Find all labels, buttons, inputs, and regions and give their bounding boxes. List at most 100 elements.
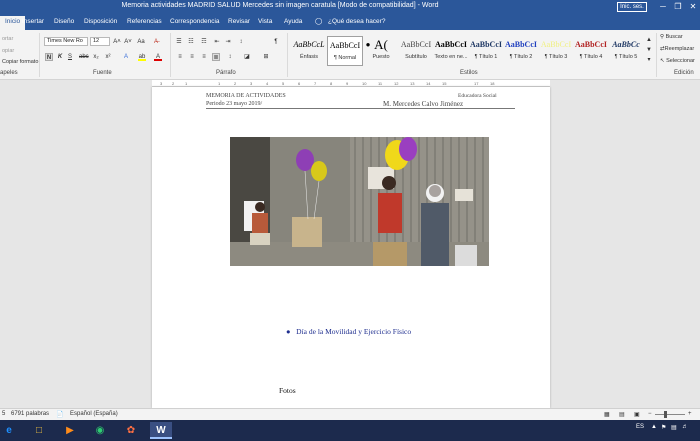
cut-button[interactable]: ortar [2,36,13,42]
font-size-select[interactable]: 12 [90,37,110,46]
document-page[interactable]: MEMORIA DE ACTIVIDADES Periodo 23 mayo 2… [152,87,550,408]
increase-indent-button[interactable]: ⇥ [224,38,232,46]
zoom-in-icon[interactable]: + [688,411,692,417]
clear-format-button[interactable]: A̶ [152,38,160,46]
app-icon[interactable]: ✿ [120,422,142,439]
strikethrough-button[interactable]: abc [79,53,89,61]
borders-button[interactable]: ⊞ [262,53,270,61]
select-button[interactable]: ↖ Seleccionar [660,58,695,64]
style-label: ¶ Título 3 [544,54,568,60]
tab-diseno[interactable]: Diseño [54,16,74,28]
style-subtitulo[interactable]: AaBbCcI Subtítulo [398,36,434,66]
ruler-tick: 7 [314,81,317,86]
underline-button[interactable]: S [66,53,74,61]
justify-button[interactable]: ≣ [212,53,220,61]
ruler-tick: 17 [474,81,479,86]
word-icon[interactable]: W [150,422,172,439]
list-item[interactable]: ● Día de la Movilidad y Ejercicio Físico [286,327,411,336]
sort-button[interactable]: ↕ [237,38,245,46]
style-preview: AaBbCcI [540,40,572,49]
cursor-icon: ↖ [660,58,665,64]
bold-button[interactable]: N [45,53,53,61]
change-case-button[interactable]: Aa [137,38,145,46]
ruler-tick: 10 [362,81,367,86]
line-spacing-button[interactable]: ↕ [226,53,234,61]
tab-disposicion[interactable]: Disposición [84,16,117,28]
status-bar: 5 6791 palabras 📄 Español (España) ▦ ▤ ▣… [0,408,700,420]
flag-icon[interactable]: ⚑ [661,424,666,431]
tab-ayuda[interactable]: Ayuda [284,16,302,28]
volume-icon[interactable]: ♬ [682,424,688,430]
read-mode-icon[interactable]: ▦ [604,411,610,418]
ruler-tick: 1 [218,81,221,86]
web-layout-icon[interactable]: ▣ [634,411,640,418]
document-area[interactable]: MEMORIA DE ACTIVIDADES Periodo 23 mayo 2… [0,87,700,408]
font-color-button[interactable]: A [154,53,162,61]
tab-vista[interactable]: Vista [258,16,272,28]
network-icon[interactable]: ▤ [671,424,677,431]
ie-icon[interactable]: e [0,422,18,439]
tab-revisar[interactable]: Revisar [228,16,250,28]
language-tray[interactable]: ES [636,424,644,430]
zoom-out-icon[interactable]: − [648,411,652,417]
find-button[interactable]: ⚲ Buscar [660,34,683,40]
header-period: Periodo 23 mayo 2019/ [206,101,263,107]
chrome-icon[interactable]: ◉ [89,422,111,439]
style-texto-negrita[interactable]: AaBbCcI Texto en ne... [433,36,469,66]
media-icon[interactable]: ▶ [59,422,81,439]
group-separator [170,33,171,77]
format-painter-button[interactable]: Copiar formato [2,59,38,65]
style-titulo-3[interactable]: AaBbCcI ¶ Título 3 [538,36,574,66]
align-left-button[interactable]: ≡ [176,53,184,61]
highlight-button[interactable]: ab [138,53,146,61]
event-photo[interactable] [230,137,489,266]
shading-button[interactable]: ◪ [243,53,251,61]
style-titulo-1[interactable]: AaBbCcI ¶ Título 1 [468,36,504,66]
styles-more-icon[interactable]: ▾ [645,56,653,64]
tell-me-search[interactable]: ¿Qué desea hacer? [328,16,385,28]
tab-insertar[interactable]: Insertar [22,16,44,28]
print-layout-icon[interactable]: ▤ [619,411,625,418]
page-indicator[interactable]: 5 [2,411,5,417]
tab-referencias[interactable]: Referencias [127,16,162,28]
shrink-font-button[interactable]: A˅ [124,38,132,46]
multilevel-list-button[interactable]: ☶ [200,38,208,46]
decrease-indent-button[interactable]: ⇤ [213,38,221,46]
style-puesto[interactable]: A( Puesto [370,36,392,66]
bullets-button[interactable]: ☰ [175,38,183,46]
style-titulo-5[interactable]: AaBbCc ¶ Título 5 [608,36,644,66]
style-titulo-2[interactable]: AaBbCcI ¶ Título 2 [503,36,539,66]
proofing-icon[interactable]: 📄 [56,411,63,418]
subscript-button[interactable]: x₂ [92,53,100,61]
align-right-button[interactable]: ≡ [200,53,208,61]
minimize-button[interactable]: ─ [656,0,670,14]
close-button[interactable]: ✕ [686,0,700,14]
italic-button[interactable]: K [56,53,64,61]
style-enfasis[interactable]: AaBbCcL Énfasis [291,36,327,66]
font-family-select[interactable]: Times New Ro [44,37,88,46]
up-arrow-icon[interactable]: ▲ [651,424,657,430]
zoom-slider[interactable] [655,414,685,415]
tab-correspondencia[interactable]: Correspondencia [170,16,220,28]
fotos-label[interactable]: Fotos [279,386,296,395]
style-normal[interactable]: AaBbCcI ¶ Normal [327,36,363,66]
horizontal-ruler[interactable]: 3 2 1 1 2 3 4 5 6 7 8 9 10 11 12 13 14 1… [152,80,550,87]
text-effects-button[interactable]: A [122,53,130,61]
replace-button[interactable]: ⇄Reemplazar [660,46,694,52]
zoom-slider-thumb[interactable] [664,411,667,418]
styles-scroll-up-icon[interactable]: ▲ [645,36,653,44]
show-marks-button[interactable]: ¶ [272,38,280,46]
numbering-button[interactable]: ☷ [187,38,195,46]
header-rule [206,108,515,109]
maximize-button[interactable]: ❐ [671,0,685,14]
copy-button[interactable]: opiar [2,48,14,54]
word-count[interactable]: 6791 palabras [11,411,49,417]
explorer-icon[interactable]: □ [28,422,50,439]
grow-font-button[interactable]: A˄ [113,38,121,46]
center-button[interactable]: ≡ [188,53,196,61]
styles-scroll-down-icon[interactable]: ▼ [645,46,653,54]
style-titulo-4[interactable]: AaBbCcI ¶ Título 4 [573,36,609,66]
superscript-button[interactable]: x² [104,53,112,61]
language-indicator[interactable]: Español (España) [70,411,118,417]
sign-in-button[interactable]: Inic. ses. [617,2,647,12]
